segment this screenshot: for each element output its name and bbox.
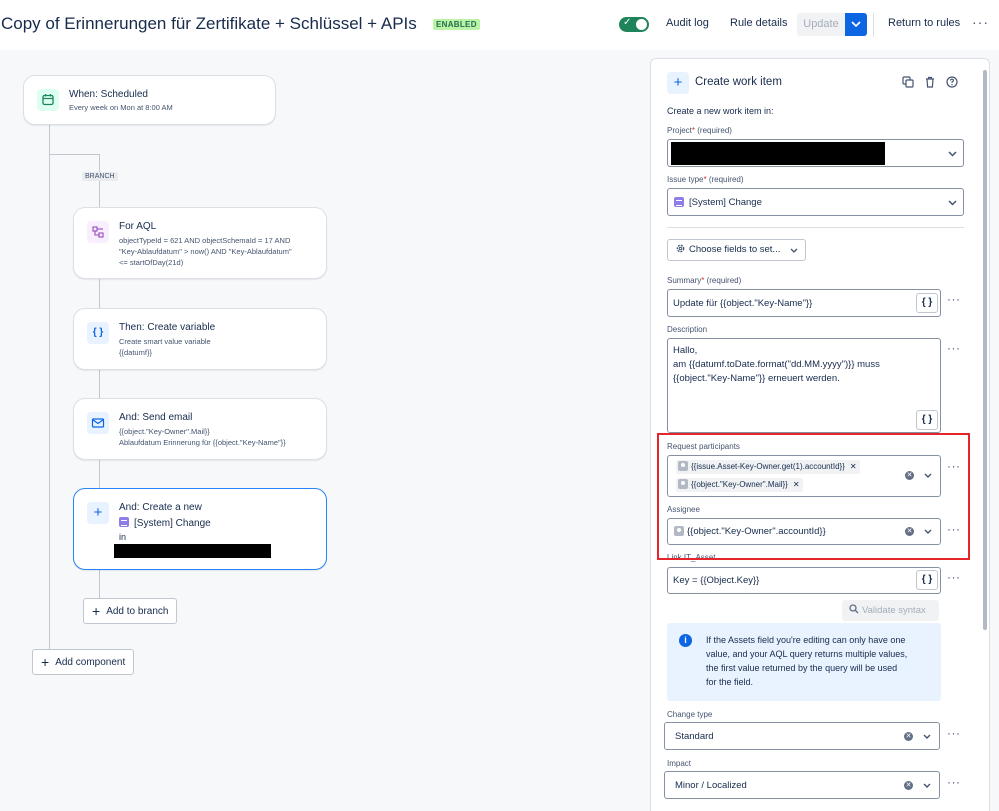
summary-more-icon[interactable]: ··· [947,292,961,306]
trash-icon[interactable] [924,76,936,91]
redacted-project-value [671,142,885,165]
update-button[interactable]: Update [797,13,845,36]
chevron-down-icon [948,151,957,157]
more-options-icon[interactable]: ··· [972,14,989,30]
help-icon[interactable] [946,76,958,91]
clear-icon[interactable]: ✕ [904,732,913,741]
create-variable-desc: Create smart value variable [119,337,211,346]
trigger-card[interactable]: When: Scheduled Every week on Mon at 8:0… [23,75,276,125]
change-type-icon [119,517,129,527]
plus-icon: + [92,603,101,619]
page-title: Copy of Erinnerungen für Zertifikate + S… [1,14,417,33]
summary-label: Summary* (required) [667,276,742,285]
panel-scrollbar[interactable] [983,70,987,630]
info-message: i If the Assets field you're editing can… [667,623,941,701]
trigger-subtitle: Every week on Mon at 8:00 AM [69,103,173,112]
highlight-annotation [657,433,970,560]
choose-fields-button[interactable]: Choose fields to set... [667,239,806,261]
description-more-icon[interactable]: ··· [947,341,961,355]
create-work-item-card[interactable]: + And: Create a new [System] Change in [73,488,327,570]
check-icon: ✓ [623,17,632,28]
impact-select[interactable]: Minor / Localized ✕ [664,771,940,799]
return-to-rules-button[interactable]: Return to rules [888,17,960,29]
chevron-down-icon [851,21,861,28]
branch-icon [87,221,109,243]
gear-icon [675,242,686,262]
calendar-icon [37,89,59,111]
change-type-select[interactable]: Standard ✕ [664,722,940,750]
create-new-in: in [119,532,127,542]
send-email-subject: Ablaufdatum Erinnerung für {{object."Key… [119,438,286,447]
top-bar: Copy of Erinnerungen für Zertifikate + S… [0,0,999,50]
smart-value-button[interactable]: { } [916,293,938,313]
update-dropdown-button[interactable] [845,13,867,36]
duplicate-icon[interactable] [902,76,914,91]
add-component-button[interactable]: + Add component [32,649,135,675]
project-label: Project* (required) [667,126,732,135]
mail-icon [87,412,109,434]
change-type-label: Change type [667,710,713,719]
issue-type-select[interactable]: [System] Change [667,188,964,216]
chevron-down-icon [948,200,957,206]
change-type-more-icon[interactable]: ··· [947,726,961,740]
audit-log-button[interactable]: Audit log [666,17,709,29]
redacted-project [114,544,271,558]
description-label: Description [667,325,708,334]
status-badge: ENABLED [433,19,480,30]
for-aql-query-line1: objectTypeId = 621 AND objectSchemaId = … [119,236,291,245]
smart-value-button[interactable]: { } [916,570,938,590]
smart-value-button[interactable]: { } [916,410,938,430]
add-to-branch-button[interactable]: + Add to branch [83,598,178,624]
clear-icon[interactable]: ✕ [904,781,913,790]
plus-icon: + [87,502,109,524]
create-variable-title: Then: Create variable [119,322,216,333]
chevron-down-icon [923,734,931,739]
chevron-down-icon [923,783,931,788]
for-aql-title: For AQL [119,221,157,232]
curly-braces-icon: { } [87,322,109,344]
link-asset-more-icon[interactable]: ··· [947,570,961,584]
search-icon [849,601,859,622]
impact-more-icon[interactable]: ··· [947,775,961,789]
enable-toggle[interactable]: ✓ [619,17,649,32]
info-icon: i [679,634,692,647]
validate-syntax-button[interactable]: Validate syntax [842,600,939,621]
impact-label: Impact [667,759,692,768]
plus-icon: + [667,72,689,94]
link-asset-input[interactable]: Key = {{Object.Key}} { } [667,567,941,594]
create-new-type: [System] Change [119,517,211,529]
send-email-to: {{object."Key-Owner".Mail}} [119,427,210,436]
trigger-title: When: Scheduled [69,89,148,100]
send-email-title: And: Send email [119,412,193,423]
chevron-down-icon [790,248,798,253]
issue-type-label: Issue type* (required) [667,175,744,184]
plus-icon: + [41,654,50,670]
rule-details-button[interactable]: Rule details [730,17,787,29]
panel-title: Create work item [695,76,782,88]
create-new-title: And: Create a new [119,502,202,513]
for-aql-query-line3: <= startOfDay(21d) [119,258,184,267]
description-textarea[interactable]: Hallo, am {{datumf.toDate.format("dd.MM.… [667,338,941,433]
for-aql-card[interactable]: For AQL objectTypeId = 621 AND objectSch… [73,207,327,279]
project-select[interactable] [667,139,964,167]
summary-input[interactable]: Update für {{object."Key-Name"}} { } [667,289,941,317]
send-email-card[interactable]: And: Send email {{object."Key-Owner".Mai… [73,398,327,460]
branch-tag: BRANCH [82,172,118,181]
for-aql-query-line2: "Key-Ablaufdatum" > now() AND "Key-Ablau… [119,247,292,256]
change-type-icon [674,197,684,207]
panel-intro: Create a new work item in: [667,106,774,116]
create-variable-card[interactable]: { } Then: Create variable Create smart v… [73,308,327,370]
create-variable-name: {{datumf}} [119,348,152,357]
